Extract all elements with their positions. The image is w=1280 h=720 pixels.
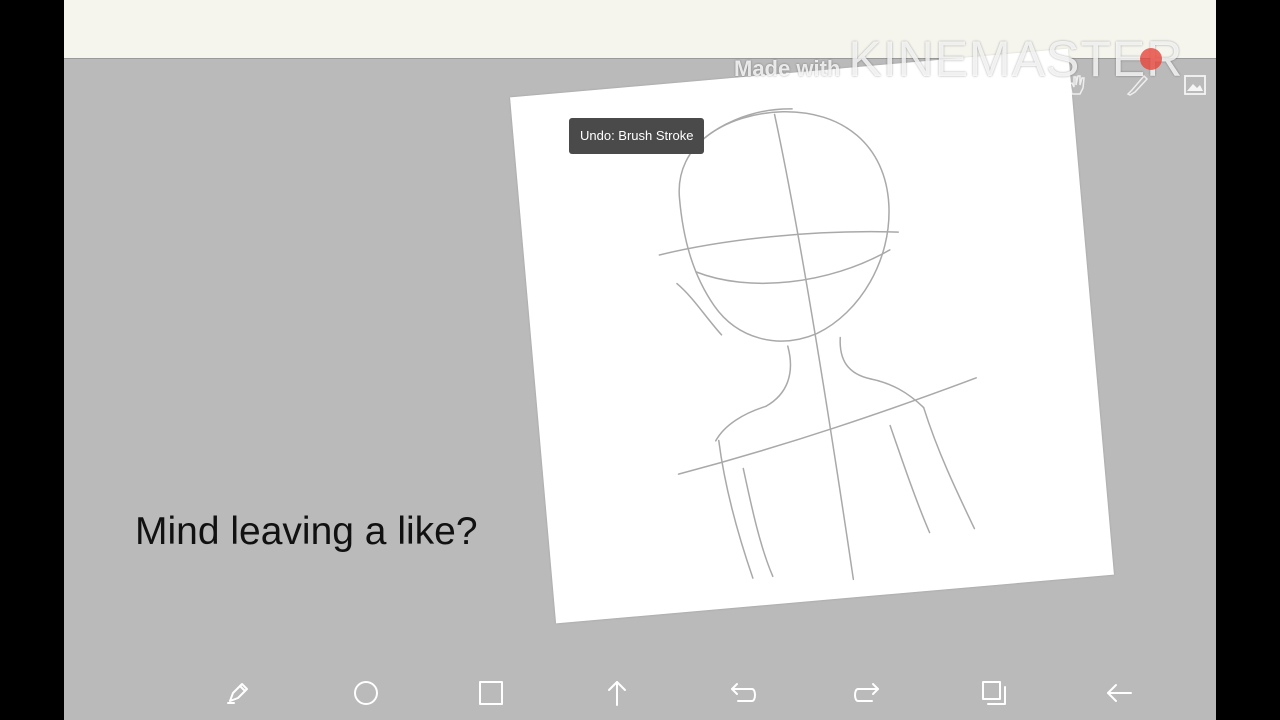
hair-stroke [676,282,723,336]
face-arc [695,249,891,284]
neck-left [765,345,792,408]
back-arrow-icon[interactable] [1103,677,1135,709]
watermark-brand: KINEMASTER [848,31,1184,87]
center-line [773,113,855,581]
kinemaster-watermark: Made with KINEMASTER [734,30,1184,87]
neck-right [839,336,872,380]
head-outline [678,110,890,342]
torso-left [718,439,754,579]
home-circle-icon[interactable] [350,677,382,709]
shoulder-line [677,377,978,475]
layer-image-icon[interactable] [1180,72,1210,102]
edit-icon[interactable] [222,677,254,709]
recents-square-icon[interactable] [475,677,507,709]
redo-icon[interactable] [852,677,884,709]
watermark-prefix: Made with [734,56,841,81]
undo-icon[interactable] [726,677,758,709]
up-arrow-icon[interactable] [601,677,633,709]
watermark-badge [1140,48,1162,70]
shoulder-left [715,405,767,442]
app-screen: Undo: Brush Stroke Mind leaving a like? [64,0,1216,720]
video-caption: Mind leaving a like? [135,510,478,553]
torso-right [922,406,976,530]
system-nav-bar [64,665,1216,720]
torso-right-2 [889,424,931,534]
eye-line [658,230,900,256]
layers-icon[interactable] [978,677,1010,709]
undo-tooltip: Undo: Brush Stroke [569,118,705,154]
